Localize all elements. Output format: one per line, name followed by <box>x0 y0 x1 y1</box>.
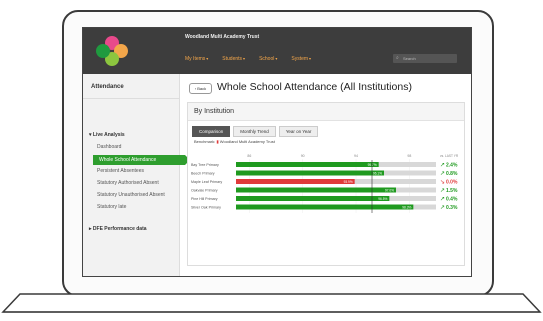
search-icon: ⌕ <box>396 55 399 61</box>
change-value: 0.3% <box>446 205 458 211</box>
change-header: vs. LAST YR <box>440 154 459 158</box>
back-button[interactable]: ‹ Back <box>189 83 212 94</box>
category-label: Bay Tree Primary <box>191 163 219 167</box>
bar-value-label: 93.9% <box>344 180 353 184</box>
attendance-bar-chart: 86909498vs. LAST YRBay Tree Primary95.7%… <box>191 154 459 213</box>
change-value: 2.4% <box>446 163 458 169</box>
nav-students[interactable]: Students▾ <box>222 56 245 62</box>
benchmark-label: Benchmark: <box>194 139 216 144</box>
benchmark-value: Woodland Multi Academy Trust <box>219 139 275 144</box>
bar-value-label: 98.3% <box>402 205 411 209</box>
nav-school[interactable]: School▾ <box>259 56 277 62</box>
trend-up-icon: ↗ <box>440 196 445 203</box>
sidebar-item-statutory-unauthorised[interactable]: Statutory Unauthorised Absent <box>97 192 165 198</box>
sidebar-item-dashboard[interactable]: Dashboard <box>97 144 121 150</box>
tab-monthly-trend[interactable]: Monthly Trend <box>233 126 276 137</box>
sidebar-title: Attendance <box>91 84 124 90</box>
trend-down-icon: ↘ <box>440 179 445 186</box>
x-tick-label: 98 <box>407 154 411 158</box>
page-title: Whole School Attendance (All Institution… <box>217 81 412 93</box>
change-value: 0.8% <box>446 171 458 177</box>
trust-name: Woodland Multi Academy Trust <box>185 34 260 40</box>
bar <box>236 196 390 201</box>
benchmark-line: Benchmark: ▮ Woodland Multi Academy Trus… <box>194 139 275 144</box>
top-bar: Woodland Multi Academy Trust My Items▾ S… <box>83 28 471 74</box>
change-value: 0.0% <box>446 180 458 186</box>
change-value: 1.5% <box>446 188 458 194</box>
change-value: 0.4% <box>446 197 458 203</box>
bar <box>236 162 379 167</box>
chevron-down-icon: ▾ <box>243 56 246 61</box>
divider <box>83 98 179 99</box>
bar <box>236 179 355 184</box>
view-tabs: Comparison Monthly Trend Year on Year <box>192 126 319 137</box>
bar-value-label: 96.5% <box>378 197 387 201</box>
bar <box>236 170 384 176</box>
tab-comparison[interactable]: Comparison <box>192 126 231 137</box>
by-institution-panel: By Institution Comparison Monthly Trend … <box>187 102 465 266</box>
trend-up-icon: ↗ <box>440 187 445 194</box>
sidebar: Attendance ▾ Live Analysis Dashboard Who… <box>83 74 190 276</box>
x-tick-label: 86 <box>247 154 251 158</box>
bar-value-label: 97.0% <box>385 188 394 192</box>
sidebar-item-statutory-authorised[interactable]: Statutory Authorised Absent <box>97 180 159 186</box>
x-tick-label: 90 <box>301 154 305 158</box>
sidebar-group-live-analysis[interactable]: ▾ Live Analysis <box>89 132 125 138</box>
trust-logo-icon <box>96 36 128 66</box>
bar-value-label: 96.1% <box>373 171 382 175</box>
x-tick-label: 94 <box>354 154 358 158</box>
trend-up-icon: ↗ <box>440 204 445 211</box>
chevron-down-icon: ▾ <box>309 56 312 61</box>
panel-header: By Institution <box>188 103 464 121</box>
chevron-down-icon: ▾ <box>275 56 278 61</box>
bar <box>236 204 414 210</box>
panel-title: By Institution <box>194 108 235 115</box>
laptop-base <box>1 293 542 313</box>
category-label: Oakvale Primary <box>191 189 218 193</box>
search-placeholder: Search <box>403 56 416 61</box>
nav-system[interactable]: System▾ <box>291 56 311 62</box>
search-input[interactable]: ⌕ Search <box>393 54 457 63</box>
tab-year-on-year[interactable]: Year on Year <box>278 126 319 137</box>
sidebar-item-whole-school-attendance[interactable]: Whole School Attendance <box>93 155 190 165</box>
main-content: ‹ Back Whole School Attendance (All Inst… <box>185 74 467 276</box>
category-label: Pine Hill Primary <box>191 197 218 201</box>
category-label: Maple Leaf Primary <box>191 180 222 184</box>
main-nav: My Items▾ Students▾ School▾ System▾ <box>185 56 311 62</box>
category-label: Silver Oak Primary <box>191 206 221 210</box>
sidebar-group-dfe-performance[interactable]: ▸ DFE Performance data <box>89 226 147 232</box>
trend-up-icon: ↗ <box>440 170 445 177</box>
chevron-down-icon: ▾ <box>206 56 209 61</box>
trend-up-icon: ↗ <box>440 162 445 169</box>
sidebar-item-statutory-late[interactable]: Statutory late <box>97 204 126 210</box>
category-label: Beech Primary <box>191 172 215 176</box>
benchmark-marker-icon: ▮ <box>216 139 219 144</box>
nav-my-items[interactable]: My Items▾ <box>185 56 208 62</box>
app-screen: Woodland Multi Academy Trust My Items▾ S… <box>82 27 472 277</box>
sidebar-item-persistent-absentees[interactable]: Persistent Absentees <box>97 168 144 174</box>
